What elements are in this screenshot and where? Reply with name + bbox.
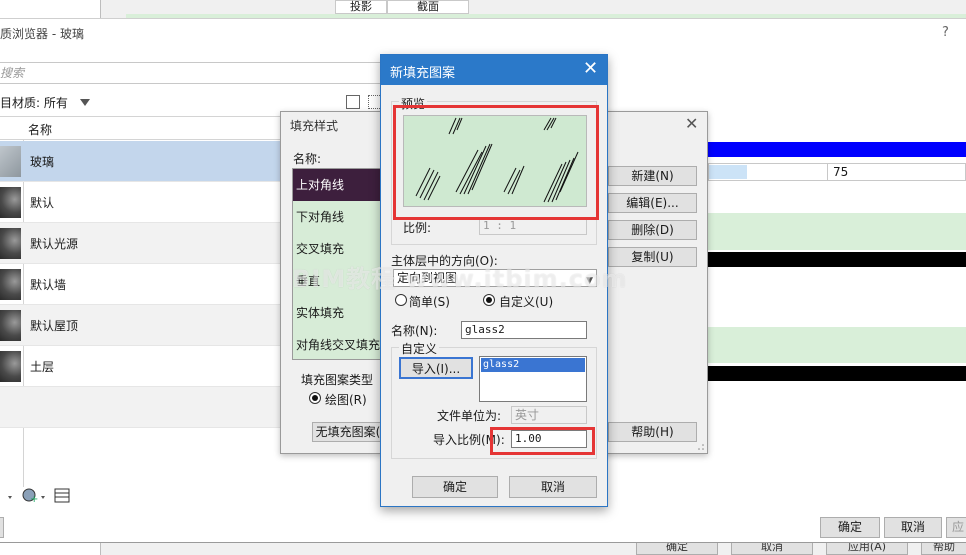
cancel-button[interactable]: 取消	[509, 476, 597, 498]
transparency-slider[interactable]: 75	[708, 163, 966, 181]
pattern-item[interactable]: 下对角线	[293, 201, 383, 233]
delete-pattern-button[interactable]: 删除(D)	[608, 220, 697, 240]
name-column-header: 名称	[28, 123, 53, 137]
view-toggle[interactable]	[346, 95, 382, 111]
material-name: 默认墙	[30, 278, 67, 292]
file-units-field: 英寸	[511, 406, 587, 424]
pattern-name-input[interactable]: glass2	[461, 321, 587, 339]
drafting-label: 绘图(R)	[325, 393, 367, 407]
cancel-button[interactable]: 取消	[884, 517, 942, 538]
new-pattern-button[interactable]: 新建(N)	[608, 166, 697, 186]
custom-group-label: 自定义	[399, 340, 440, 357]
toolbar-icons[interactable]: +	[0, 485, 80, 507]
close-icon[interactable]: ✕	[685, 114, 698, 133]
material-name: 默认光源	[30, 237, 79, 251]
browser-bottom-toolbar: +	[0, 485, 100, 507]
import-scale-highlight-box	[490, 427, 595, 455]
pattern-swatch-row[interactable]	[708, 213, 966, 250]
material-thumbnail	[0, 269, 21, 300]
material-name: 默认屋顶	[30, 319, 79, 333]
material-filter-label[interactable]: 目材质: 所有	[0, 93, 68, 113]
edit-pattern-button[interactable]: 编辑(E)...	[608, 193, 697, 213]
material-name: 土层	[30, 360, 55, 374]
pattern-item[interactable]: 上对角线	[293, 169, 383, 201]
dialog-title: 新填充图案	[390, 66, 456, 81]
material-thumbnail	[0, 351, 21, 382]
pattern-item[interactable]: 实体填充	[293, 297, 383, 329]
chevron-down-icon[interactable]	[80, 99, 90, 106]
help-icon[interactable]: ?	[942, 25, 949, 40]
pattern-color-swatch[interactable]	[708, 252, 966, 267]
svg-text:+: +	[30, 494, 38, 505]
drafting-radio[interactable]	[309, 392, 321, 404]
pattern-color-swatch[interactable]	[708, 366, 966, 381]
material-name: 默认	[30, 196, 55, 210]
import-button[interactable]: 导入(I)...	[399, 357, 473, 379]
material-thumbnail	[0, 228, 21, 259]
pattern-swatch-row[interactable]	[708, 327, 966, 363]
apply-button[interactable]: 应	[946, 517, 966, 538]
material-thumbnail	[0, 310, 21, 341]
dialog-titlebar: 新填充图案 ✕	[381, 55, 607, 85]
ok-button[interactable]: 确定	[820, 517, 880, 538]
material-browser-title: 质浏览器 - 玻璃	[0, 27, 84, 41]
column-header-projection: 投影	[335, 0, 387, 14]
imported-pattern-list[interactable]: glass2	[479, 356, 587, 402]
simple-label: 简单(S)	[409, 295, 450, 309]
appearance-color-swatch[interactable]	[708, 142, 966, 157]
grid-view-icon[interactable]	[346, 95, 360, 109]
preview-highlight-box	[393, 105, 599, 220]
name-label: 名称(N):	[391, 324, 438, 338]
left-edge-button[interactable]	[0, 517, 4, 538]
simple-radio[interactable]	[395, 294, 407, 306]
close-icon[interactable]: ✕	[583, 58, 598, 79]
list-item[interactable]: glass2	[481, 358, 585, 372]
pattern-type-label: 填充图案类型	[301, 373, 374, 387]
material-thumbnail	[0, 146, 21, 177]
material-name: 玻璃	[30, 155, 55, 169]
scale-label: 比例:	[403, 221, 432, 235]
transparency-value: 75	[833, 165, 849, 179]
help-button[interactable]: 帮助(H)	[608, 422, 697, 442]
dialog-title: 填充样式	[290, 119, 339, 133]
name-label: 名称:	[293, 152, 322, 166]
custom-radio[interactable]	[483, 294, 495, 306]
watermark-text: BIM教程 www.itbim.com	[292, 265, 628, 293]
file-units-label: 文件单位为:	[437, 409, 502, 423]
pattern-item[interactable]: 对角线交叉填充	[293, 329, 383, 359]
material-search-input[interactable]: 搜索	[0, 62, 382, 84]
slider-fill	[709, 165, 747, 179]
ok-button[interactable]: 确定	[412, 476, 498, 498]
column-header-section: 截面	[387, 0, 469, 14]
resize-grip-icon[interactable]	[697, 443, 705, 451]
custom-label: 自定义(U)	[499, 295, 554, 309]
no-pattern-button[interactable]: 无填充图案(	[312, 422, 384, 442]
material-thumbnail	[0, 187, 21, 218]
